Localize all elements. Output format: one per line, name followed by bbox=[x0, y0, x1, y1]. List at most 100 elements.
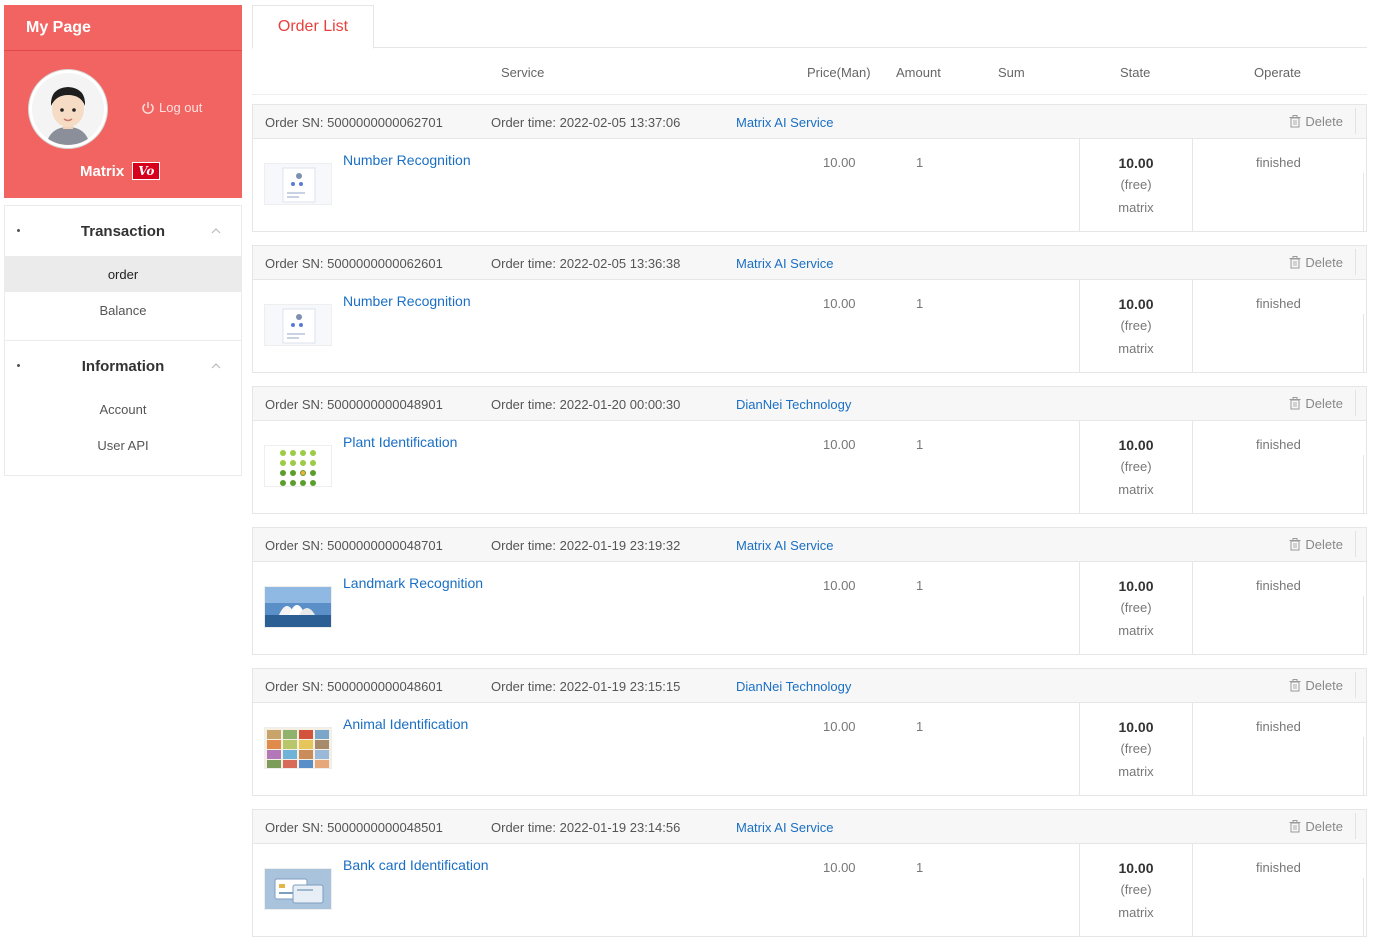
vendor-link[interactable]: Matrix AI Service bbox=[736, 538, 834, 553]
delete-label: Delete bbox=[1305, 677, 1343, 693]
bullet-icon bbox=[17, 364, 20, 367]
order-body: Bank card Identification 10.00 1 10.00 (… bbox=[253, 844, 1366, 936]
menu-head-label: Information bbox=[81, 357, 165, 375]
service-thumbnail[interactable] bbox=[264, 163, 332, 205]
sidebar-item-balance[interactable]: Balance bbox=[5, 292, 241, 328]
trash-icon bbox=[1289, 678, 1301, 691]
sum-source: matrix bbox=[1118, 764, 1154, 779]
menu-group-information: Information Account User API bbox=[5, 340, 241, 475]
trash-icon bbox=[1289, 114, 1301, 127]
order-header: Order SN: 5000000000048501 Order time: 2… bbox=[253, 810, 1366, 844]
order-body: Plant Identification 10.00 1 10.00 (free… bbox=[253, 421, 1366, 513]
vendor-link[interactable]: DianNei Technology bbox=[736, 679, 851, 694]
order-card: Order SN: 5000000000048701 Order time: 2… bbox=[252, 527, 1367, 655]
sum-free-label: (free) bbox=[1120, 459, 1152, 474]
price-value: 10.00 bbox=[823, 860, 856, 875]
sum-free-label: (free) bbox=[1120, 177, 1152, 192]
price-value: 10.00 bbox=[823, 578, 856, 593]
sum-value: 10.00 bbox=[1118, 296, 1154, 312]
order-header: Order SN: 5000000000048901 Order time: 2… bbox=[253, 387, 1366, 421]
delete-button[interactable]: Delete bbox=[1279, 108, 1356, 134]
order-time: Order time: 2022-02-05 13:37:06 bbox=[491, 115, 681, 130]
delete-button[interactable]: Delete bbox=[1279, 249, 1356, 275]
menu-group-transaction: Transaction order Balance bbox=[5, 205, 241, 340]
column-service: Service bbox=[501, 65, 545, 80]
delete-button[interactable]: Delete bbox=[1279, 531, 1356, 557]
order-header: Order SN: 5000000000062601 Order time: 2… bbox=[253, 246, 1366, 280]
service-thumbnail[interactable] bbox=[264, 868, 332, 910]
delete-button[interactable]: Delete bbox=[1279, 672, 1356, 698]
column-operate: Operate bbox=[1254, 65, 1301, 80]
sum-free-label: (free) bbox=[1120, 318, 1152, 333]
order-card: Order SN: 5000000000048501 Order time: 2… bbox=[252, 809, 1367, 937]
tab-order-list[interactable]: Order List bbox=[252, 5, 374, 49]
column-sum: Sum bbox=[998, 65, 1025, 80]
service-name-link[interactable]: Landmark Recognition bbox=[343, 575, 483, 591]
delete-label: Delete bbox=[1305, 113, 1343, 129]
order-card: Order SN: 5000000000048901 Order time: 2… bbox=[252, 386, 1367, 514]
sum-cell: 10.00 (free) matrix bbox=[1079, 562, 1193, 654]
delete-label: Delete bbox=[1305, 254, 1343, 270]
order-body: Number Recognition 10.00 1 10.00 (free) … bbox=[253, 280, 1366, 372]
sum-cell: 10.00 (free) matrix bbox=[1079, 844, 1193, 936]
service-name-link[interactable]: Animal Identification bbox=[343, 716, 468, 732]
service-thumbnail[interactable] bbox=[264, 586, 332, 628]
vendor-link[interactable]: Matrix AI Service bbox=[736, 820, 834, 835]
order-time: Order time: 2022-01-19 23:19:32 bbox=[491, 538, 681, 553]
sum-source: matrix bbox=[1118, 200, 1154, 215]
sum-cell: 10.00 (free) matrix bbox=[1079, 139, 1193, 231]
amount-value: 1 bbox=[916, 437, 924, 452]
delete-button[interactable]: Delete bbox=[1279, 390, 1356, 416]
order-header: Order SN: 5000000000048701 Order time: 2… bbox=[253, 528, 1366, 562]
price-value: 10.00 bbox=[823, 719, 856, 734]
sum-free-label: (free) bbox=[1120, 741, 1152, 756]
sidebar-item-account[interactable]: Account bbox=[5, 391, 241, 427]
service-thumbnail[interactable] bbox=[264, 445, 332, 487]
service-name-link[interactable]: Plant Identification bbox=[343, 434, 457, 450]
username: Matrix Vo bbox=[80, 162, 161, 180]
vendor-link[interactable]: Matrix AI Service bbox=[736, 115, 834, 130]
main-content: Order List Service Price(Man) Amount Sum… bbox=[252, 5, 1367, 937]
sum-value: 10.00 bbox=[1118, 860, 1154, 876]
sidebar-menu: Transaction order Balance Information Ac… bbox=[4, 205, 242, 476]
order-sn: Order SN: 5000000000048501 bbox=[265, 820, 443, 835]
order-body: Landmark Recognition 10.00 1 10.00 (free… bbox=[253, 562, 1366, 654]
delete-label: Delete bbox=[1305, 818, 1343, 834]
sum-value: 10.00 bbox=[1118, 437, 1154, 453]
vendor-link[interactable]: DianNei Technology bbox=[736, 397, 851, 412]
sidebar-item-user-api[interactable]: User API bbox=[5, 427, 241, 463]
sum-cell: 10.00 (free) matrix bbox=[1079, 280, 1193, 372]
avatar[interactable] bbox=[29, 70, 107, 148]
logout-button[interactable]: Log out bbox=[141, 100, 202, 115]
sidebar-item-order[interactable]: order bbox=[5, 256, 241, 292]
sum-value: 10.00 bbox=[1118, 155, 1154, 171]
delete-button[interactable]: Delete bbox=[1279, 813, 1356, 839]
menu-head-transaction[interactable]: Transaction bbox=[5, 206, 241, 256]
sum-value: 10.00 bbox=[1118, 719, 1154, 735]
service-name-link[interactable]: Bank card Identification bbox=[343, 857, 489, 873]
profile-divider bbox=[4, 50, 242, 51]
order-sn: Order SN: 5000000000048701 bbox=[265, 538, 443, 553]
state-badge: finished bbox=[1256, 860, 1301, 875]
service-thumbnail[interactable] bbox=[264, 304, 332, 346]
amount-value: 1 bbox=[916, 860, 924, 875]
order-body: Animal Identification 10.00 1 10.00 (fre… bbox=[253, 703, 1366, 795]
service-name-link[interactable]: Number Recognition bbox=[343, 293, 471, 309]
vendor-link[interactable]: Matrix AI Service bbox=[736, 256, 834, 271]
logout-label: Log out bbox=[159, 100, 203, 115]
service-name-link[interactable]: Number Recognition bbox=[343, 152, 471, 168]
column-amount: Amount bbox=[896, 65, 941, 80]
price-value: 10.00 bbox=[823, 296, 856, 311]
tab-bar: Order List bbox=[252, 5, 1367, 49]
menu-head-label: Transaction bbox=[80, 222, 166, 240]
order-sn: Order SN: 5000000000062701 bbox=[265, 115, 443, 130]
sum-cell: 10.00 (free) matrix bbox=[1079, 703, 1193, 795]
bullet-icon bbox=[17, 229, 20, 232]
menu-head-information[interactable]: Information bbox=[5, 341, 241, 391]
trash-icon bbox=[1289, 396, 1301, 409]
order-time: Order time: 2022-02-05 13:36:38 bbox=[491, 256, 681, 271]
state-badge: finished bbox=[1256, 296, 1301, 311]
state-badge: finished bbox=[1256, 437, 1301, 452]
service-thumbnail[interactable] bbox=[264, 727, 332, 769]
trash-icon bbox=[1289, 255, 1301, 268]
